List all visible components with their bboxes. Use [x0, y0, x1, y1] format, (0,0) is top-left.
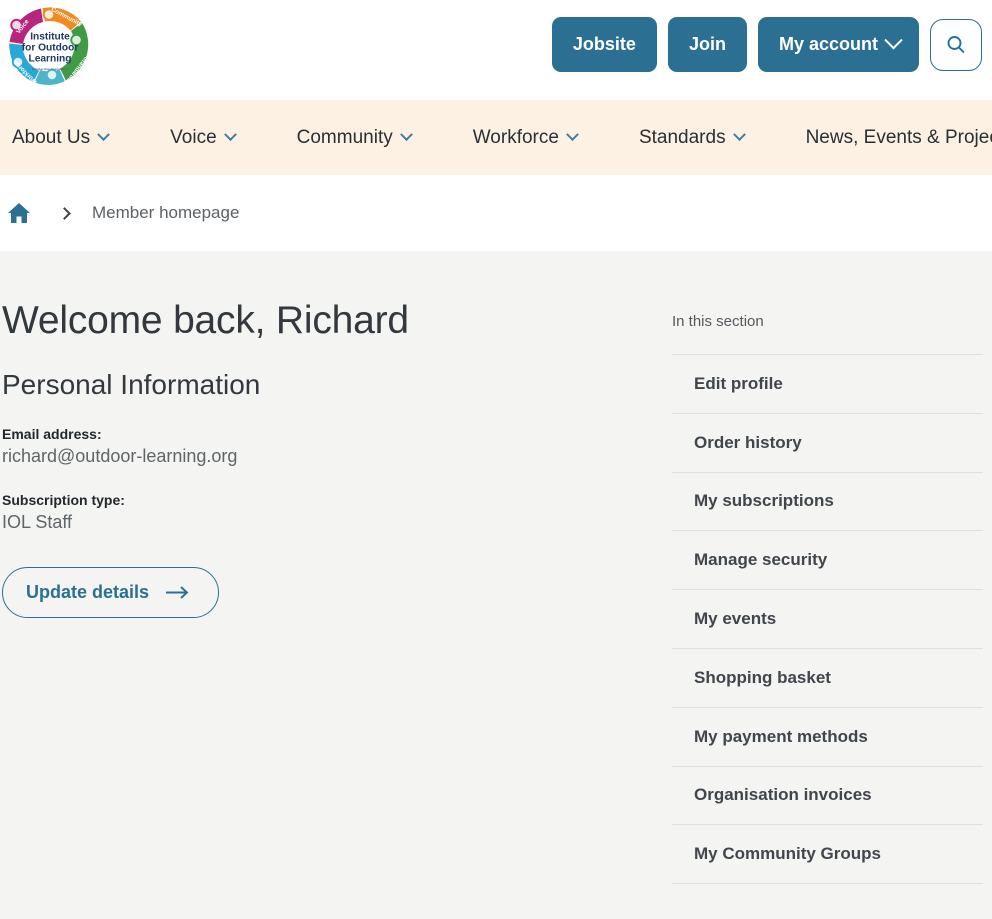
nav-item-workforce[interactable]: Workforce	[459, 127, 591, 149]
subscription-type-label: Subscription type:	[2, 491, 125, 508]
sidebar-item-order-history[interactable]: Order history	[672, 414, 983, 473]
nav-label: Workforce	[472, 126, 559, 148]
sidebar-item-label: Manage security	[694, 550, 828, 570]
email-address-label: Email address:	[2, 425, 102, 442]
sidebar-item-my-community-groups[interactable]: My Community Groups	[672, 825, 983, 885]
header-actions: Jobsite Join My account	[551, 17, 982, 72]
email-address-value: richard@outdoor-learning.org	[2, 445, 238, 466]
main-navigation: About Us Voice Community Workforce Stand…	[0, 100, 992, 175]
chevron-down-icon	[399, 128, 413, 142]
sidebar-item-label: Order history	[694, 432, 802, 452]
breadcrumb-current: Member homepage	[92, 203, 240, 222]
update-details-button[interactable]: Update details	[2, 566, 220, 618]
breadcrumb-home-link[interactable]	[5, 200, 33, 226]
breadcrumb: Member homepage	[0, 175, 992, 251]
nav-item-about-us[interactable]: About Us	[8, 127, 122, 149]
site-logo[interactable]: Voice Community Standards Workforce Inst…	[2, 2, 98, 94]
nav-item-news-events-projects[interactable]: News, Events & Projects	[792, 127, 992, 149]
breadcrumb-separator-icon	[58, 206, 71, 220]
page-title: Welcome back, Richard	[2, 299, 409, 342]
join-button[interactable]: Join	[667, 17, 747, 72]
site-header: Voice Community Standards Workforce Inst…	[0, 0, 992, 100]
nav-item-standards[interactable]: Standards	[625, 127, 758, 149]
chevron-down-icon	[732, 128, 746, 142]
search-icon	[947, 35, 965, 53]
chevron-down-icon	[566, 128, 579, 142]
chevron-down-icon	[223, 128, 237, 142]
chevron-down-icon	[884, 31, 903, 50]
sidebar-item-manage-security[interactable]: Manage security	[672, 531, 983, 591]
sidebar-item-label: My payment methods	[694, 726, 868, 746]
my-account-label: My account	[778, 34, 878, 54]
svg-text:Membership Association: Membership Association	[32, 67, 69, 71]
sidebar-item-edit-profile[interactable]: Edit profile	[672, 355, 983, 414]
sidebar-item-organisation-invoices[interactable]: Organisation invoices	[672, 767, 983, 826]
in-this-section-panel: In this section Edit profile Order histo…	[672, 251, 983, 885]
personal-information-heading: Personal Information	[2, 368, 261, 400]
logo-icon: Voice Community Standards Workforce Inst…	[9, 6, 89, 86]
nav-label: Voice	[170, 126, 217, 148]
sidebar-item-label: Edit profile	[694, 373, 783, 393]
subscription-type-value: IOL Staff	[2, 511, 73, 532]
sidebar-item-label: Shopping basket	[694, 667, 831, 687]
home-icon	[8, 203, 30, 223]
nav-label: Standards	[638, 126, 726, 148]
in-this-section-heading: In this section	[672, 313, 764, 330]
my-account-button[interactable]: My account	[757, 17, 919, 72]
main-column: Welcome back, Richard Personal Informati…	[0, 251, 640, 618]
sidebar-item-my-payment-methods[interactable]: My payment methods	[672, 708, 983, 767]
arrow-right-icon	[166, 586, 189, 599]
svg-text:Learning: Learning	[28, 54, 71, 65]
nav-label: About Us	[12, 126, 91, 148]
search-button[interactable]	[930, 18, 982, 71]
sidebar-item-label: My Community Groups	[694, 844, 882, 864]
nav-item-voice[interactable]: Voice	[156, 127, 248, 149]
sidebar-item-my-events[interactable]: My events	[672, 590, 983, 649]
in-this-section-list: Edit profile Order history My subscripti…	[672, 354, 983, 885]
svg-text:Institute: Institute	[30, 32, 70, 43]
nav-item-community[interactable]: Community	[283, 127, 425, 149]
nav-label: Community	[296, 126, 393, 148]
nav-label: News, Events & Projects	[805, 126, 992, 148]
page-content: Welcome back, Richard Personal Informati…	[0, 251, 992, 919]
sidebar-item-label: My events	[694, 609, 777, 629]
update-details-label: Update details	[26, 581, 150, 602]
sidebar-item-label: Organisation invoices	[694, 785, 872, 805]
svg-text:for Outdoor: for Outdoor	[22, 43, 79, 54]
sidebar-item-shopping-basket[interactable]: Shopping basket	[672, 649, 983, 708]
chevron-down-icon	[97, 128, 111, 142]
jobsite-button[interactable]: Jobsite	[551, 17, 657, 72]
sidebar-item-label: My subscriptions	[694, 491, 834, 511]
sidebar-item-my-subscriptions[interactable]: My subscriptions	[672, 473, 983, 532]
